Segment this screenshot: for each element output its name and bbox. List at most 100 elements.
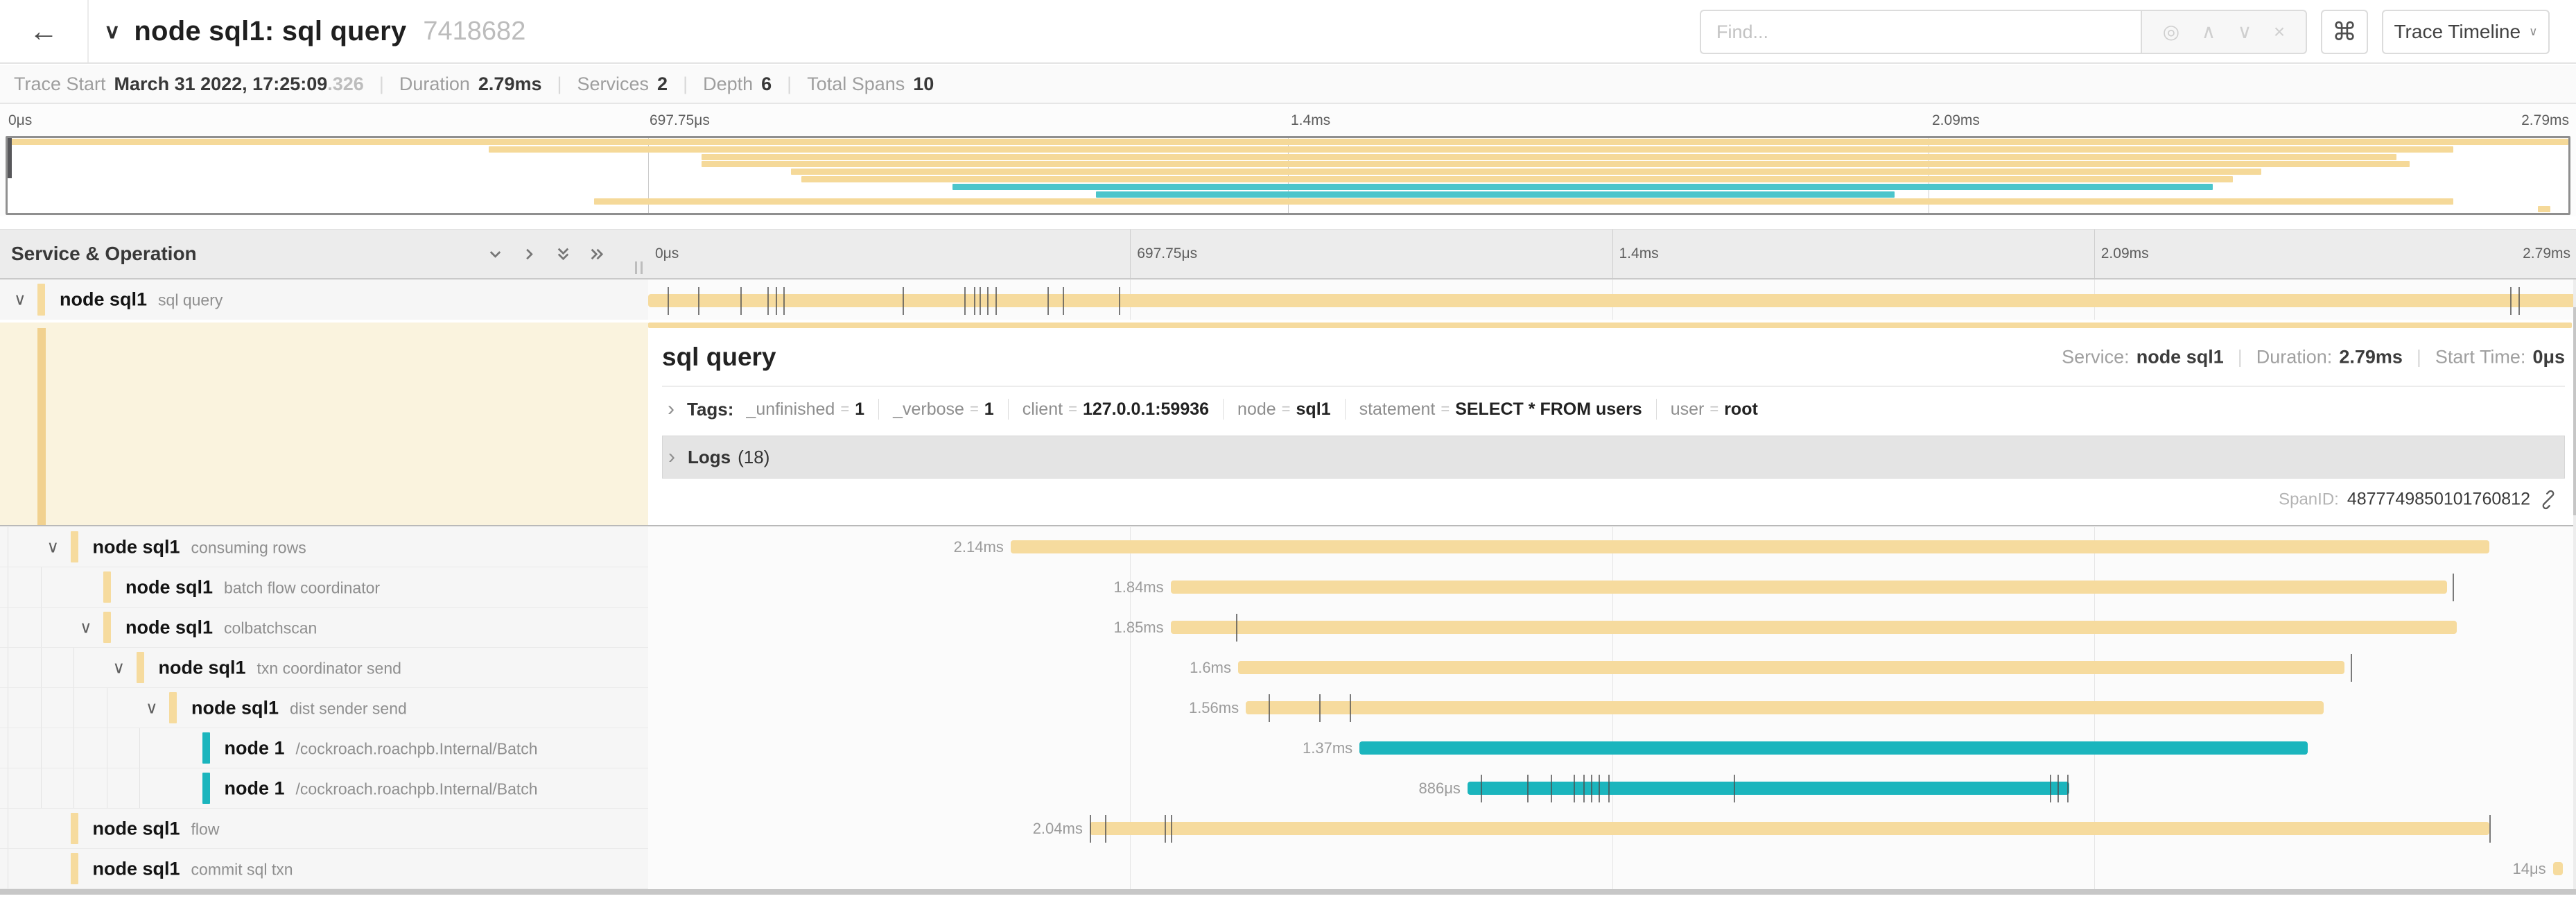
columns-header: Service & Operation 0μs697.75μs1.4ms2.09… [0, 229, 2576, 280]
chevron-down-icon[interactable]: ∨ [14, 290, 26, 310]
tag-value: 1 [855, 399, 864, 420]
timeline-gridline [1130, 728, 1131, 768]
root-span-row: ∨node sql1sql query [0, 280, 2576, 320]
minimap-span-bar [1096, 191, 1895, 198]
clear-search-icon[interactable]: × [2274, 22, 2285, 42]
keyboard-shortcuts-button[interactable]: ⌘ [2321, 10, 2368, 54]
log-marker [2067, 775, 2069, 802]
span-bar[interactable] [1359, 741, 2308, 755]
timeline-gridline [1130, 768, 1131, 809]
span-tree-item[interactable]: ∨node sql1sql query [0, 280, 648, 320]
logs-accordion[interactable]: › Logs (18) [662, 436, 2565, 479]
span-color-border [103, 612, 111, 643]
span-detail-title: sql query [662, 343, 776, 372]
span-service-name: node sql1dist sender send [191, 697, 407, 719]
span-bar[interactable] [648, 294, 2576, 307]
span-service-name: node sql1commit sql txn [93, 858, 293, 879]
minimap-range-handle[interactable] [8, 138, 12, 178]
span-color-border [137, 652, 144, 683]
minimap-canvas[interactable] [6, 136, 2570, 215]
span-bar[interactable] [1171, 580, 2447, 594]
span-bar[interactable] [1238, 661, 2344, 674]
collapse-all-icon[interactable] [554, 245, 573, 264]
summary-label: Duration [399, 74, 470, 95]
log-marker [767, 287, 769, 315]
tag-divider [1008, 399, 1009, 420]
log-marker [2453, 574, 2454, 601]
span-timeline-cell: 1.85ms [648, 608, 2576, 648]
vertical-scrollbar[interactable] [2573, 280, 2576, 889]
span-color-border [71, 813, 78, 844]
tag-value: 1 [984, 399, 994, 420]
chevron-down-icon[interactable]: ∨ [146, 698, 158, 718]
span-tree-item[interactable]: ∨ node sql1dist sender send [0, 688, 648, 728]
horizontal-scrollbar[interactable] [0, 889, 2576, 895]
summary-value: 10 [913, 74, 934, 95]
chevron-down-icon[interactable]: ∨ [80, 617, 92, 637]
span-tree-item[interactable]: ∨node sql1txn coordinator send [0, 648, 648, 688]
ruler-tick-label: 0μs [655, 246, 679, 262]
chevron-down-icon[interactable]: ∨ [47, 537, 60, 557]
span-detail-meta: Service:node sql1|Duration:2.79ms|Start … [2062, 346, 2565, 368]
log-marker [2057, 775, 2059, 802]
span-bar[interactable] [1246, 701, 2324, 714]
tags-accordion[interactable]: › Tags: _unfinished=1_verbose=1client=12… [662, 387, 2565, 431]
match-target-icon[interactable]: ◎ [2163, 22, 2179, 42]
chevron-down-icon[interactable]: ∨ [113, 657, 125, 678]
expand-all-icon[interactable] [588, 245, 607, 264]
page-title: node sql1: sql query [134, 16, 406, 47]
span-tree-item[interactable]: node sql1commit sql txn [0, 849, 648, 889]
tag-key: _verbose [893, 399, 964, 420]
prev-result-icon[interactable]: ∧ [2202, 22, 2216, 42]
span-timeline-cell: 1.37ms [648, 728, 2576, 768]
expand-one-icon[interactable] [520, 245, 539, 264]
summary-label: Depth [703, 74, 753, 95]
span-color-border [202, 732, 210, 764]
summary-separator: | [379, 74, 384, 95]
span-bar[interactable] [1468, 782, 2069, 795]
span-bar[interactable] [1011, 540, 2489, 553]
span-operation-name: /cockroach.roachpb.Internal/Batch [296, 780, 538, 798]
collapse-trace-icon[interactable]: ∨ [104, 19, 120, 43]
span-timeline-cell: 1.84ms [648, 567, 2576, 608]
span-timeline-cell: 14μs [648, 849, 2576, 889]
span-tree-item[interactable]: node sql1flow [0, 809, 648, 849]
span-tree-item[interactable]: node 1/cockroach.roachpb.Internal/Batch [0, 728, 648, 768]
span-tree-item[interactable]: ∨node sql1colbatchscan [0, 608, 648, 648]
span-tree-item[interactable]: node 1/cockroach.roachpb.Internal/Batch [0, 768, 648, 809]
chevron-right-icon: › [668, 447, 675, 467]
span-row: node sql1flow2.04ms [0, 809, 2576, 849]
ruler-gridline [1612, 230, 1613, 278]
summary-separator: | [557, 74, 562, 95]
tags-label: Tags: [687, 399, 733, 420]
log-marker [1105, 815, 1106, 843]
find-input[interactable] [1700, 10, 2141, 54]
span-bar[interactable] [2553, 862, 2563, 875]
view-selector-button[interactable]: Trace Timeline ∨ [2382, 10, 2550, 54]
back-button[interactable]: ← [0, 0, 89, 62]
log-marker [2518, 287, 2520, 315]
minimap-tick-label: 697.75μs [650, 112, 710, 129]
span-bar[interactable] [1171, 621, 2457, 634]
span-row: node 1/cockroach.roachpb.Internal/Batch1… [0, 728, 2576, 768]
span-tree-item[interactable]: ∨node sql1consuming rows [0, 527, 648, 567]
span-color-border [71, 853, 78, 884]
span-timeline-cell: 886μs [648, 768, 2576, 809]
collapse-one-icon[interactable] [486, 245, 505, 264]
next-result-icon[interactable]: ∨ [2238, 22, 2252, 42]
link-icon[interactable] [2539, 490, 2558, 509]
minimap-span-bar [702, 154, 2396, 160]
span-bar[interactable] [1090, 822, 2489, 835]
ruler-tick-label: 1.4ms [1619, 246, 1659, 262]
column-resize-handle[interactable] [635, 261, 643, 274]
meta-label: Service: [2062, 346, 2130, 368]
timeline-gridline [1130, 849, 1131, 889]
equals-sign: = [840, 400, 849, 418]
span-duration-label: 1.56ms [1189, 699, 1246, 717]
detail-left-column [0, 328, 648, 526]
span-tree-item[interactable]: node sql1batch flow coordinator [0, 567, 648, 608]
trace-id: 7418682 [423, 17, 525, 46]
span-timeline-cell [648, 280, 2576, 320]
span-detail-panel: sql query Service:node sql1|Duration:2.7… [648, 328, 2576, 526]
span-color-border [71, 531, 78, 562]
